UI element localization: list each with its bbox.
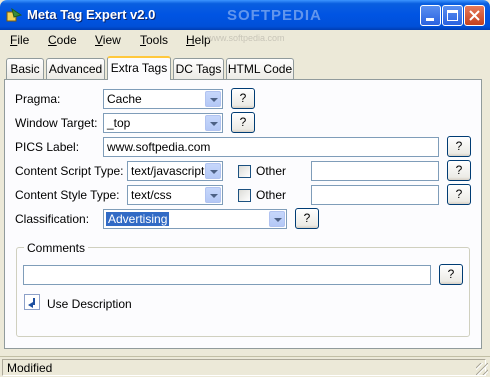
tab-dc-tags[interactable]: DC Tags bbox=[173, 58, 224, 79]
comments-group bbox=[16, 247, 470, 337]
comments-group-title: Comments bbox=[24, 241, 89, 255]
menu-tools[interactable]: Tools bbox=[140, 33, 168, 47]
dropdown-arrow-icon[interactable] bbox=[205, 115, 221, 131]
watermark-url: www.softpedia.com bbox=[207, 33, 285, 43]
tab-basic[interactable]: Basic bbox=[6, 58, 44, 79]
content-style-other-checkbox[interactable] bbox=[238, 189, 251, 202]
content-style-type-select[interactable]: text/css bbox=[127, 185, 223, 205]
pragma-help-button[interactable]: ? bbox=[231, 88, 255, 109]
content-style-other-input[interactable] bbox=[311, 185, 439, 205]
menu-file[interactable]: File bbox=[10, 33, 29, 47]
dropdown-arrow-icon[interactable] bbox=[269, 211, 285, 227]
content-style-other-label: Other bbox=[256, 188, 287, 202]
close-icon bbox=[469, 10, 480, 21]
dropdown-arrow-icon[interactable] bbox=[205, 91, 221, 107]
pics-label-input[interactable]: www.softpedia.com bbox=[103, 137, 439, 157]
content-script-type-label: Content Script Type: bbox=[15, 164, 124, 178]
window-target-value: _top bbox=[107, 116, 131, 130]
content-script-type-value: text/javascript bbox=[131, 164, 205, 178]
content-script-other-input[interactable] bbox=[311, 161, 439, 181]
classification-value: Advertising bbox=[106, 212, 170, 226]
window-target-help-button[interactable]: ? bbox=[231, 112, 255, 133]
classification-help-button[interactable]: ? bbox=[295, 208, 319, 229]
use-description-label[interactable]: Use Description bbox=[47, 297, 132, 311]
window-title: Meta Tag Expert v2.0 bbox=[27, 7, 156, 22]
pics-label-value: www.softpedia.com bbox=[107, 140, 211, 154]
menu-view[interactable]: View bbox=[95, 33, 121, 47]
pragma-value: Cache bbox=[107, 92, 142, 106]
menu-code[interactable]: Code bbox=[48, 33, 77, 47]
close-button[interactable] bbox=[464, 5, 485, 26]
tab-advanced[interactable]: Advanced bbox=[46, 58, 105, 79]
window-target-select[interactable]: _top bbox=[103, 113, 223, 133]
window-target-label: Window Target: bbox=[15, 116, 98, 130]
menu-bar: File Code View Tools Help www.softpedia.… bbox=[0, 30, 490, 50]
comments-help-button[interactable]: ? bbox=[439, 264, 463, 285]
tab-extra-tags[interactable]: Extra Tags bbox=[107, 56, 171, 80]
dropdown-arrow-icon[interactable] bbox=[205, 187, 221, 203]
use-description-icon[interactable] bbox=[24, 294, 40, 310]
classification-label: Classification: bbox=[15, 212, 90, 226]
pics-label-label: PICS Label: bbox=[15, 140, 80, 154]
content-style-type-label: Content Style Type: bbox=[15, 188, 120, 202]
dropdown-arrow-icon[interactable] bbox=[205, 163, 221, 179]
pragma-label: Pragma: bbox=[15, 92, 61, 106]
maximize-icon bbox=[447, 10, 458, 21]
minimize-button[interactable] bbox=[420, 5, 441, 26]
content-script-other-label: Other bbox=[256, 164, 287, 178]
minimize-icon bbox=[426, 18, 434, 21]
status-bar: Modified bbox=[0, 356, 490, 377]
content-script-other-checkbox[interactable] bbox=[238, 165, 251, 178]
status-panel: Modified bbox=[2, 359, 486, 376]
pics-label-help-button[interactable]: ? bbox=[447, 136, 471, 157]
title-bar[interactable]: Meta Tag Expert v2.0 SOFTPEDIA bbox=[0, 0, 490, 30]
maximize-button[interactable] bbox=[442, 5, 463, 26]
size-grip-icon[interactable] bbox=[476, 363, 488, 375]
content-script-help-button[interactable]: ? bbox=[447, 160, 471, 181]
comments-input[interactable] bbox=[23, 265, 431, 285]
status-text: Modified bbox=[7, 361, 53, 375]
content-script-type-select[interactable]: text/javascript bbox=[127, 161, 223, 181]
classification-select[interactable]: Advertising bbox=[103, 209, 287, 229]
app-icon bbox=[6, 7, 22, 22]
content-style-help-button[interactable]: ? bbox=[447, 184, 471, 205]
pragma-select[interactable]: Cache bbox=[103, 89, 223, 109]
content-style-type-value: text/css bbox=[131, 188, 172, 202]
tab-html-code[interactable]: HTML Code bbox=[226, 58, 294, 79]
watermark: SOFTPEDIA bbox=[227, 7, 322, 24]
